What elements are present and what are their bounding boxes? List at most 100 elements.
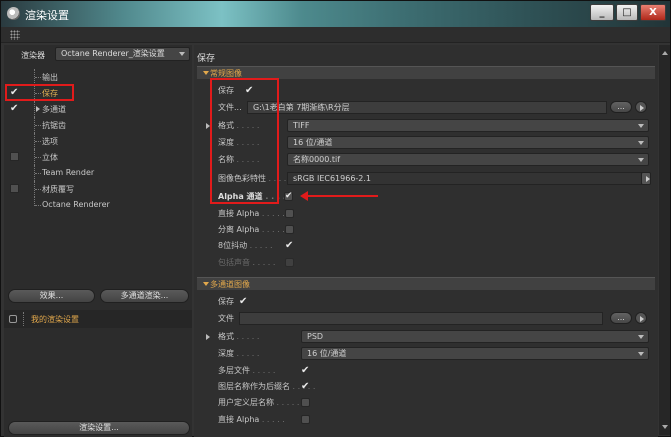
- dither-checkbox[interactable]: ✔: [285, 241, 294, 251]
- expand-arrow-icon[interactable]: [206, 334, 210, 340]
- mp-straight-alpha-checkbox[interactable]: [301, 415, 310, 424]
- tree-line: [35, 77, 41, 78]
- depth-select-value: 16 位/通道: [293, 138, 333, 147]
- mp-file-options-play-icon[interactable]: [635, 312, 647, 324]
- leader-dots: . . . . .: [259, 209, 285, 218]
- row-separate-alpha: 分离 Alpha . . . . .: [194, 222, 654, 236]
- checkmark-icon: ✔: [285, 191, 293, 201]
- mp-depth-select[interactable]: 16 位/通道: [301, 347, 649, 360]
- checkbox-icon[interactable]: [10, 152, 19, 161]
- tree-item-options[interactable]: 选项: [4, 133, 192, 149]
- renderer-label: 渲染器: [21, 51, 45, 60]
- color-profile-field: sRGB IEC61966-2.1: [287, 172, 642, 185]
- row-dither: 8位抖动 . . . . . ✔: [194, 238, 654, 252]
- row-user-layer: 用户定义层名称 . . . . .: [194, 395, 654, 409]
- profile-options-play-icon[interactable]: [641, 172, 651, 185]
- mp-save-label: 保存: [218, 297, 234, 306]
- tree-item-label: Octane Renderer: [42, 200, 110, 209]
- include-sound-label: 包括声音 . . . . .: [218, 258, 276, 267]
- chevron-down-icon: [638, 158, 644, 162]
- file-options-play-icon[interactable]: [635, 101, 647, 113]
- tree-line: [23, 312, 24, 326]
- layer-file-label: 多层文件 . . . . .: [218, 366, 276, 375]
- leader-dots: . . . . .: [250, 258, 276, 267]
- tree-item-team-render[interactable]: Team Render: [4, 165, 192, 181]
- file-path-field[interactable]: G:\1老白第 7期渐练\R分层: [247, 101, 607, 114]
- multipass-render-button[interactable]: 多通道渲染...: [100, 289, 189, 303]
- tree-item-label: Team Render: [42, 168, 95, 177]
- row-mp-straight-alpha: 直接 Alpha . . . . .: [194, 412, 654, 426]
- format-select-value: TIFF: [293, 121, 310, 130]
- tree-item-stereo[interactable]: 立体: [4, 149, 192, 165]
- close-button[interactable]: X: [640, 4, 666, 21]
- collapse-triangle-icon: [203, 282, 209, 286]
- mp-format-label: 格式 . . . . .: [218, 332, 260, 341]
- chevron-down-icon: [638, 141, 644, 145]
- include-sound-checkbox[interactable]: [285, 258, 294, 267]
- depth-select[interactable]: 16 位/通道: [287, 136, 649, 149]
- maximize-button[interactable]: □: [616, 4, 638, 21]
- arrow-pointer-line: [306, 195, 378, 197]
- mp-file-path-field[interactable]: [239, 312, 603, 325]
- page-title: 保存: [197, 54, 216, 64]
- layer-suffix-checkbox[interactable]: ✔: [301, 382, 310, 392]
- section-title: 多通道图像: [210, 280, 250, 289]
- mp-file-label: 文件: [218, 314, 234, 323]
- alpha-channel-checkbox[interactable]: ✔: [284, 192, 293, 201]
- row-layer-suffix: 图层名称作为后缀名 . . . . . ✔: [194, 379, 654, 393]
- settings-tree-panel: 渲染器 Octane Renderer_渲染设置 输出 ✔ 保存 ✔ 多通道 抗…: [4, 45, 192, 437]
- tree-line: [35, 125, 41, 126]
- collapse-triangle-icon: [203, 71, 209, 75]
- expand-arrow-icon[interactable]: [36, 106, 40, 112]
- checkmark-icon[interactable]: ✔: [10, 104, 19, 114]
- mp-format-select-value: PSD: [307, 332, 324, 341]
- scrollbar[interactable]: [659, 45, 670, 435]
- tree-item-antialiasing[interactable]: 抗锯齿: [4, 117, 192, 133]
- row-mp-depth: 深度 . . . . . 16 位/通道: [194, 346, 654, 360]
- render-settings-window: 渲染设置 _ □ X 渲染器 Octane Renderer_渲染设置 输出 ✔…: [0, 0, 671, 437]
- preset-label: 我的渲染设置: [31, 315, 79, 324]
- mp-straight-alpha-label: 直接 Alpha . . . . .: [218, 415, 285, 424]
- tree-item-label: 选项: [42, 137, 58, 146]
- scroll-up-arrow-icon[interactable]: [662, 51, 668, 55]
- highlight-box-save-fields: [210, 78, 279, 204]
- browse-file-button[interactable]: ...: [610, 101, 632, 113]
- mp-save-checkbox[interactable]: ✔: [239, 297, 248, 307]
- window-title: 渲染设置: [25, 9, 69, 22]
- row-mp-save: 保存 ✔: [194, 294, 654, 308]
- tree-line: [34, 101, 35, 117]
- tree-item-label: 多通道: [42, 105, 66, 114]
- chevron-down-icon: [179, 52, 185, 56]
- minimize-button[interactable]: _: [590, 4, 614, 21]
- render-settings-button[interactable]: 渲染设置...: [8, 421, 190, 435]
- user-layer-checkbox[interactable]: [301, 398, 310, 407]
- straight-alpha-checkbox[interactable]: [285, 209, 294, 218]
- tree-item-octane-renderer[interactable]: Octane Renderer: [4, 197, 192, 213]
- user-layer-label: 用户定义层名称 . . . . .: [218, 398, 300, 407]
- tree-item-output[interactable]: 输出: [4, 69, 192, 85]
- layer-file-checkbox[interactable]: ✔: [301, 366, 310, 376]
- tree-item-material-override[interactable]: 材质覆写: [4, 181, 192, 197]
- tree-item-label: 输出: [42, 73, 58, 82]
- scroll-down-arrow-icon[interactable]: [662, 425, 668, 429]
- name-select[interactable]: 名称0000.tif: [287, 153, 649, 166]
- separate-alpha-checkbox[interactable]: [285, 225, 294, 234]
- mp-format-select[interactable]: PSD: [301, 330, 649, 343]
- grip-handle-icon[interactable]: [10, 30, 20, 40]
- row-mp-format: 格式 . . . . . PSD: [194, 329, 654, 343]
- effects-button[interactable]: 效果...: [8, 289, 95, 303]
- format-select[interactable]: TIFF: [287, 119, 649, 132]
- tree-line: [35, 173, 41, 174]
- preset-list-item[interactable]: 我的渲染设置: [4, 310, 192, 328]
- checkbox-icon[interactable]: [10, 184, 19, 193]
- row-include-sound: 包括声音 . . . . .: [194, 255, 654, 269]
- renderer-select[interactable]: Octane Renderer_渲染设置: [55, 47, 190, 61]
- tree-item-multipass[interactable]: ✔ 多通道: [4, 101, 192, 117]
- leader-dots: . . . . .: [274, 398, 300, 407]
- leader-dots: . . . . .: [234, 349, 260, 358]
- preset-settings-icon: [9, 315, 17, 323]
- section-multipass-image[interactable]: 多通道图像: [197, 277, 655, 290]
- dither-label: 8位抖动 . . . . .: [218, 241, 273, 250]
- title-bar[interactable]: 渲染设置 _ □ X: [1, 1, 670, 27]
- mp-browse-file-button[interactable]: ...: [610, 312, 632, 324]
